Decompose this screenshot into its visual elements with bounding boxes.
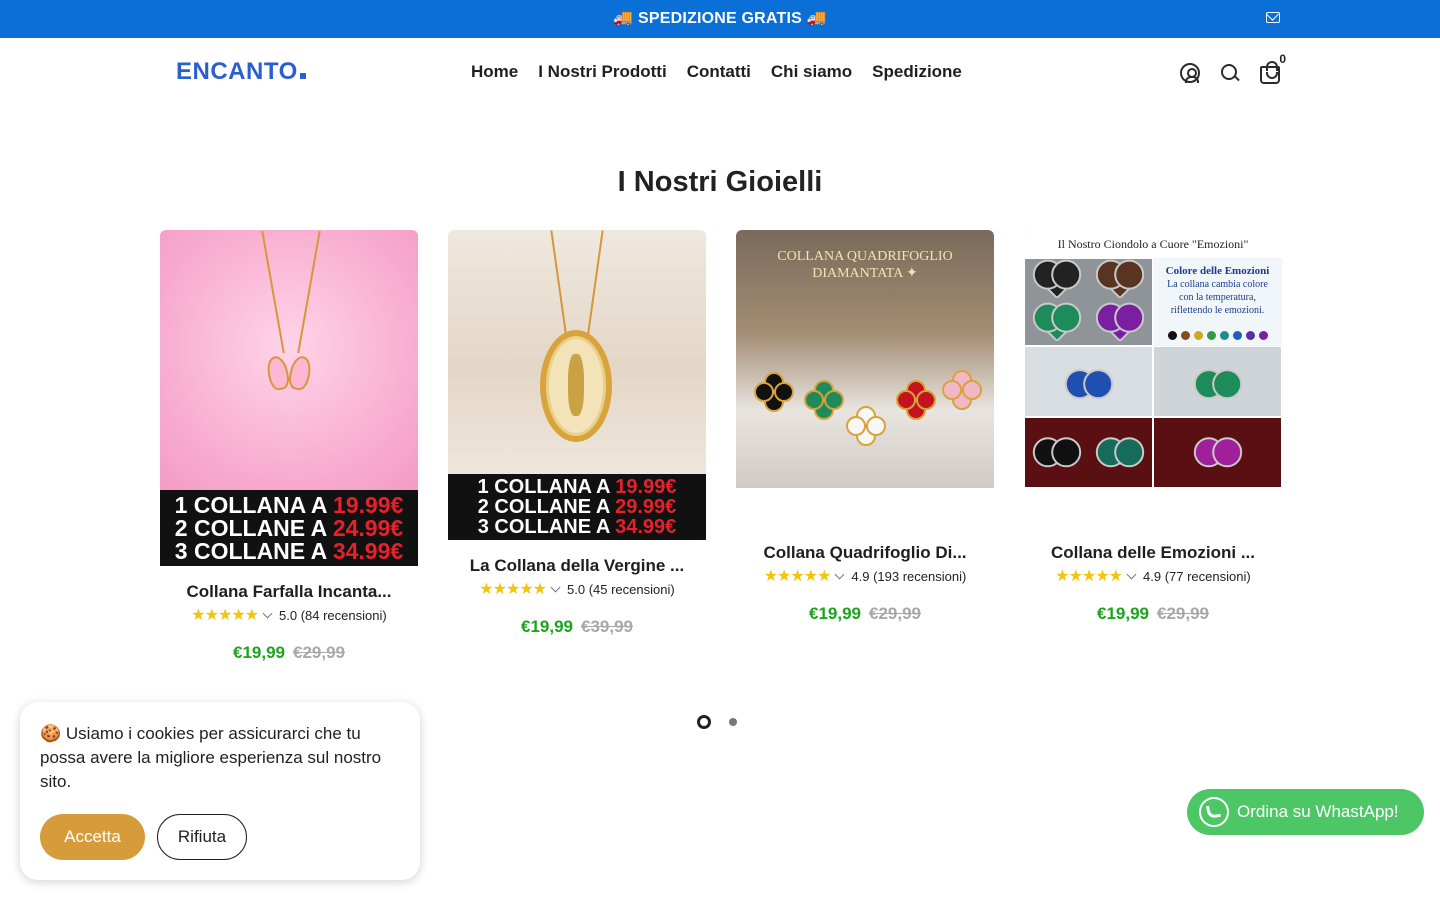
star-rating-icon: ★★★★★ (1055, 568, 1123, 585)
clover-pendant (896, 380, 936, 420)
compare-price: €29,99 (869, 604, 921, 623)
product-image[interactable]: Il Nostro Ciondolo a Cuore "Emozioni" Co… (1024, 230, 1282, 488)
logo[interactable]: ENCANTO (176, 58, 306, 86)
product-rating: ★★★★★ 5.0 (84 recensioni) (160, 605, 418, 625)
rating-text: 5.0 (45 recensioni) (567, 581, 675, 597)
emotion-color-panel: Colore delle Emozioni La collana cambia … (1153, 258, 1282, 347)
product-name[interactable]: La Collana della Vergine ... (448, 556, 706, 576)
chevron-down-icon[interactable] (262, 608, 273, 618)
product-image[interactable]: 1 COLLANA A 19.99€ 2 COLLANE A 24.99€ 3 … (160, 230, 418, 566)
clover-pendant (846, 406, 886, 446)
compare-price: €29,99 (293, 643, 345, 662)
carousel-pager (697, 715, 737, 729)
chevron-down-icon[interactable] (1126, 569, 1137, 579)
pager-dot-1[interactable] (697, 715, 711, 729)
compare-price: €29,99 (1157, 604, 1209, 623)
butterfly-pendant (264, 350, 314, 396)
header-icons (1180, 61, 1280, 84)
cart-count: 0 (1279, 52, 1286, 66)
clover-pendant (942, 370, 982, 410)
product-name[interactable]: Collana delle Emozioni ... (1024, 543, 1282, 563)
product-card[interactable]: Il Nostro Ciondolo a Cuore "Emozioni" Co… (1024, 230, 1282, 624)
whatsapp-icon (1199, 797, 1229, 827)
product-rating: ★★★★★ 5.0 (45 recensioni) (448, 579, 706, 599)
product-prices: €19,99 €29,99 (736, 604, 994, 624)
mail-icon[interactable] (1266, 12, 1280, 23)
product-image[interactable]: COLLANA QUADRIFOGLIO DIAMANTATA ✦ (736, 230, 994, 488)
rating-text: 5.0 (84 recensioni) (279, 607, 387, 623)
product-card[interactable]: 1 COLLANA A 19.99€ 2 COLLANE A 29.99€ 3 … (448, 230, 706, 637)
sale-price: €19,99 (1097, 604, 1149, 623)
rating-text: 4.9 (77 recensioni) (1143, 568, 1251, 584)
image-cell (1024, 346, 1153, 418)
cookie-banner: 🍪 Usiamo i cookies per assicurarci che t… (20, 702, 420, 880)
chain (586, 230, 604, 340)
search-icon[interactable] (1220, 63, 1240, 83)
image-caption: COLLANA QUADRIFOGLIO DIAMANTATA ✦ (777, 249, 953, 281)
medal-pendant (540, 330, 612, 442)
clover-pendant (804, 380, 844, 420)
compare-price: €39,99 (581, 617, 633, 636)
product-image[interactable]: 1 COLLANA A 19.99€ 2 COLLANE A 29.99€ 3 … (448, 230, 706, 540)
promo-banner: 1 COLLANA A 19.99€ 2 COLLANE A 29.99€ 3 … (448, 474, 706, 540)
star-rating-icon: ★★★★★ (191, 607, 259, 624)
chain (261, 230, 285, 354)
chain (550, 230, 568, 340)
nav-about[interactable]: Chi siamo (771, 62, 852, 82)
product-prices: €19,99 €29,99 (160, 643, 418, 663)
sale-price: €19,99 (521, 617, 573, 636)
image-cell (1153, 346, 1282, 418)
star-rating-icon: ★★★★★ (479, 581, 547, 598)
nav-home[interactable]: Home (471, 62, 518, 82)
product-rating: ★★★★★ 4.9 (193 recensioni) (736, 566, 994, 586)
image-cell (1024, 417, 1153, 488)
sale-price: €19,99 (809, 604, 861, 623)
rating-text: 4.9 (193 recensioni) (851, 568, 967, 584)
image-title: Il Nostro Ciondolo a Cuore "Emozioni" (1024, 230, 1282, 258)
logo-dot (299, 73, 306, 79)
product-rating: ★★★★★ 4.9 (77 recensioni) (1024, 566, 1282, 586)
announcement-text: 🚚 SPEDIZIONE GRATIS 🚚 (613, 10, 827, 27)
cookie-buttons: Accetta Rifiuta (40, 814, 247, 860)
section-title: I Nostri Gioielli (617, 166, 823, 198)
product-card[interactable]: COLLANA QUADRIFOGLIO DIAMANTATA ✦ Collan… (736, 230, 994, 624)
whatsapp-label: Ordina su WhastApp! (1237, 802, 1399, 821)
accept-button[interactable]: Accetta (40, 814, 145, 860)
account-icon[interactable] (1180, 63, 1200, 83)
reject-button[interactable]: Rifiuta (157, 814, 247, 860)
nav-contacts[interactable]: Contatti (687, 62, 751, 82)
logo-text: ENCANTO (176, 58, 298, 85)
site-header: ENCANTO Home I Nostri Prodotti Contatti … (0, 38, 1440, 108)
chain (297, 230, 321, 354)
image-cell (1024, 258, 1153, 347)
image-cell (1153, 417, 1282, 488)
star-rating-icon: ★★★★★ (763, 568, 832, 585)
sale-price: €19,99 (233, 643, 285, 662)
product-name[interactable]: Collana Quadrifoglio Di... (736, 543, 994, 563)
product-carousel: 1 COLLANA A 19.99€ 2 COLLANE A 24.99€ 3 … (160, 230, 1282, 670)
nav-shipping[interactable]: Spedizione (872, 62, 962, 82)
announcement-bar: 🚚 SPEDIZIONE GRATIS 🚚 (0, 0, 1440, 38)
nav-products[interactable]: I Nostri Prodotti (538, 62, 666, 82)
pager-dot-2[interactable] (729, 718, 737, 726)
cookie-icon: 🍪 (40, 724, 62, 743)
cookie-text: 🍪 Usiamo i cookies per assicurarci che t… (40, 724, 382, 791)
cart-icon[interactable] (1260, 61, 1280, 84)
clover-pendant (754, 372, 794, 412)
promo-banner: 1 COLLANA A 19.99€ 2 COLLANE A 24.99€ 3 … (160, 490, 418, 566)
product-name[interactable]: Collana Farfalla Incanta... (160, 582, 418, 602)
product-prices: €19,99 €29,99 (1024, 604, 1282, 624)
cookies-link[interactable]: cookies (137, 724, 195, 743)
product-prices: €19,99 €39,99 (448, 617, 706, 637)
main-nav: Home I Nostri Prodotti Contatti Chi siam… (471, 62, 962, 82)
chevron-down-icon[interactable] (834, 569, 845, 579)
product-card[interactable]: 1 COLLANA A 19.99€ 2 COLLANE A 24.99€ 3 … (160, 230, 418, 663)
whatsapp-order-button[interactable]: Ordina su WhastApp! (1187, 789, 1424, 835)
chevron-down-icon[interactable] (550, 582, 561, 592)
